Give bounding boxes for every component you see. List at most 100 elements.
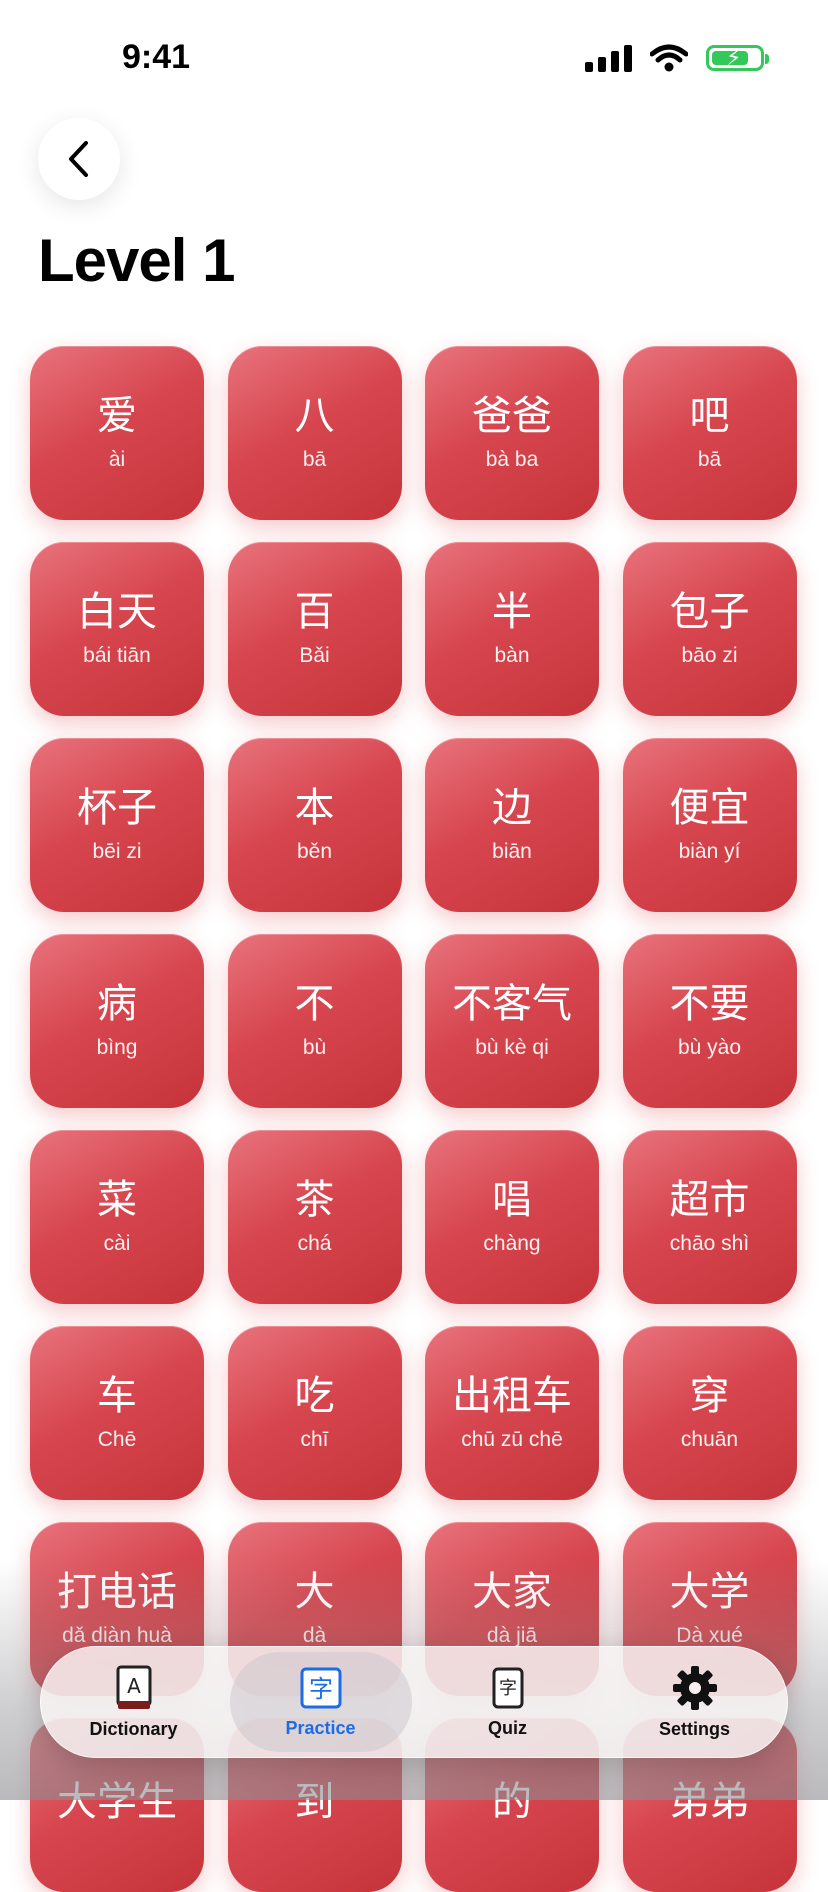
word-hanzi: 弟弟 [669, 1779, 750, 1825]
word-pinyin: chá [297, 1232, 332, 1255]
status-time: 9:41 [122, 38, 191, 76]
word-hanzi: 不 [294, 981, 335, 1027]
word-pinyin: cài [103, 1232, 131, 1255]
word-pinyin: Chē [97, 1428, 137, 1451]
tab-quiz[interactable]: 字 Quiz [417, 1652, 599, 1752]
status-icons: ⚡ [585, 44, 769, 72]
word-hanzi: 出租车 [452, 1373, 572, 1419]
word-hanzi: 八 [294, 393, 335, 439]
word-hanzi: 不要 [669, 981, 750, 1027]
word-card[interactable]: 本 běn [227, 738, 402, 912]
word-hanzi: 包子 [669, 589, 750, 635]
word-hanzi: 大 [294, 1569, 335, 1615]
practice-character-icon: 字 [300, 1667, 341, 1708]
word-pinyin: chàng [483, 1232, 541, 1255]
word-card[interactable]: 茶 chá [227, 1130, 402, 1304]
word-card[interactable]: 吃 chī [227, 1326, 402, 1500]
word-card[interactable]: 不要 bù yào [622, 934, 797, 1108]
word-card[interactable]: 杯子 bēi zi [30, 738, 204, 912]
word-pinyin: bàn [494, 644, 530, 667]
word-hanzi: 大学 [669, 1569, 750, 1615]
word-pinyin: bìng [96, 1036, 138, 1059]
word-hanzi: 吃 [294, 1373, 335, 1419]
word-hanzi: 菜 [97, 1177, 137, 1223]
word-hanzi: 茶 [294, 1177, 335, 1223]
word-hanzi: 车 [97, 1373, 137, 1419]
word-hanzi: 爱 [97, 393, 137, 439]
tab-practice[interactable]: 字 Practice [229, 1652, 412, 1752]
word-hanzi: 唱 [492, 1177, 532, 1223]
word-card[interactable]: 不 bù [227, 934, 402, 1108]
word-pinyin: bù [302, 1036, 327, 1059]
word-pinyin: chī [300, 1428, 329, 1451]
word-pinyin: bái tiān [83, 644, 151, 667]
word-hanzi: 半 [492, 589, 532, 635]
tab-dictionary[interactable]: A Dictionary [43, 1652, 225, 1752]
word-hanzi: 爸爸 [472, 393, 552, 439]
tab-label: Practice [285, 1717, 356, 1738]
cellular-signal-icon [585, 44, 632, 72]
word-card[interactable]: 病 bìng [30, 934, 204, 1108]
word-card[interactable]: 边 biān [425, 738, 599, 912]
word-pinyin: bā [697, 448, 722, 471]
word-card[interactable]: 唱 chàng [425, 1130, 599, 1304]
word-hanzi: 百 [294, 589, 335, 635]
word-pinyin: bā [302, 448, 327, 471]
tab-settings[interactable]: Settings [604, 1652, 786, 1752]
word-pinyin: biàn yí [678, 840, 741, 863]
wifi-icon [650, 44, 688, 72]
svg-text:字: 字 [309, 1675, 333, 1703]
word-card[interactable]: 百 Bǎi [227, 542, 402, 716]
word-hanzi: 边 [492, 785, 532, 831]
word-pinyin: bù kè qi [475, 1036, 549, 1059]
word-card[interactable]: 吧 bā [622, 346, 797, 520]
word-card[interactable]: 半 bàn [425, 542, 599, 716]
word-pinyin: chuān [680, 1428, 739, 1451]
word-hanzi: 大学生 [57, 1779, 177, 1825]
word-hanzi: 到 [294, 1779, 335, 1825]
word-card[interactable]: 爱 ài [30, 346, 204, 520]
word-card[interactable]: 爸爸 bà ba [425, 346, 599, 520]
word-hanzi: 超市 [669, 1177, 750, 1223]
gear-icon [672, 1665, 717, 1710]
word-card[interactable]: 便宜 biàn yí [622, 738, 797, 912]
word-pinyin: chāo shì [669, 1232, 750, 1255]
word-hanzi: 穿 [689, 1373, 730, 1419]
word-card[interactable]: 超市 chāo shì [622, 1130, 797, 1304]
word-pinyin: chū zū chē [461, 1428, 563, 1451]
tab-label: Dictionary [89, 1718, 178, 1739]
word-card[interactable]: 车 Chē [30, 1326, 204, 1500]
word-hanzi: 大家 [472, 1569, 552, 1615]
word-hanzi: 吧 [689, 393, 730, 439]
tab-bar: A Dictionary 字 Practice 字 Quiz Settings [40, 1646, 788, 1758]
chevron-left-icon [69, 141, 88, 177]
word-hanzi: 病 [97, 981, 137, 1027]
status-bar: 9:41 ⚡ [0, 0, 828, 120]
word-pinyin: biān [492, 840, 532, 863]
word-card[interactable]: 穿 chuān [622, 1326, 797, 1500]
word-pinyin: Bǎi [299, 644, 330, 667]
word-hanzi: 本 [294, 785, 335, 831]
word-card[interactable]: 包子 bāo zi [622, 542, 797, 716]
word-hanzi: 便宜 [669, 785, 750, 831]
word-card[interactable]: 八 bā [227, 346, 402, 520]
word-hanzi: 不客气 [452, 981, 572, 1027]
word-card[interactable]: 菜 cài [30, 1130, 204, 1304]
word-pinyin: bāo zi [681, 644, 738, 667]
tab-label: Quiz [488, 1717, 527, 1738]
word-pinyin: běn [296, 840, 333, 863]
word-pinyin: ài [108, 448, 126, 471]
word-card[interactable]: 不客气 bù kè qi [425, 934, 599, 1108]
back-button[interactable] [38, 118, 120, 200]
word-hanzi: 白天 [77, 589, 157, 635]
word-hanzi: 打电话 [57, 1569, 177, 1615]
tab-label: Settings [658, 1718, 730, 1739]
word-hanzi: 的 [492, 1779, 532, 1825]
word-pinyin: bà ba [485, 448, 539, 471]
word-card[interactable]: 白天 bái tiān [30, 542, 204, 716]
word-card[interactable]: 出租车 chū zū chē [425, 1326, 599, 1500]
word-pinyin: bēi zi [92, 840, 142, 863]
svg-text:A: A [127, 1674, 141, 1698]
word-pinyin: bù yào [677, 1036, 742, 1059]
word-hanzi: 杯子 [77, 785, 157, 831]
